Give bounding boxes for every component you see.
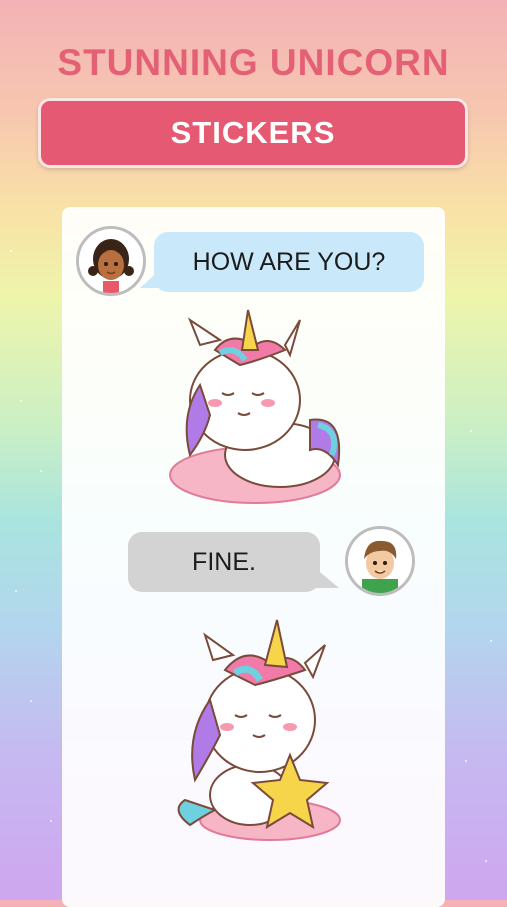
sparkle bbox=[20, 400, 22, 402]
sparkle bbox=[15, 590, 17, 592]
boy-avatar-icon bbox=[345, 526, 415, 596]
message-text: HOW ARE YOU? bbox=[192, 247, 386, 276]
sparkle bbox=[490, 640, 492, 642]
bubble-tail-icon bbox=[315, 568, 339, 588]
sparkle bbox=[40, 470, 42, 472]
sparkle bbox=[485, 860, 487, 862]
outgoing-message-bubble: FINE. bbox=[128, 532, 320, 592]
girl-avatar-icon bbox=[76, 226, 146, 296]
page-title: STUNNING UNICORN bbox=[57, 42, 450, 83]
banner-label: STICKERS bbox=[170, 115, 336, 150]
sleeping-unicorn-sticker-icon bbox=[169, 309, 341, 504]
unicorn-with-star-sticker-icon bbox=[177, 619, 341, 841]
sparkle bbox=[30, 700, 32, 702]
sparkle bbox=[50, 820, 52, 822]
sparkle bbox=[10, 250, 12, 252]
message-text: FINE. bbox=[192, 547, 256, 576]
sparkle bbox=[470, 430, 472, 432]
incoming-message-bubble: HOW ARE YOU? bbox=[154, 232, 424, 292]
bubble-tail-icon bbox=[140, 268, 162, 288]
stickers-banner: STICKERS bbox=[38, 98, 468, 168]
sparkle bbox=[465, 760, 467, 762]
